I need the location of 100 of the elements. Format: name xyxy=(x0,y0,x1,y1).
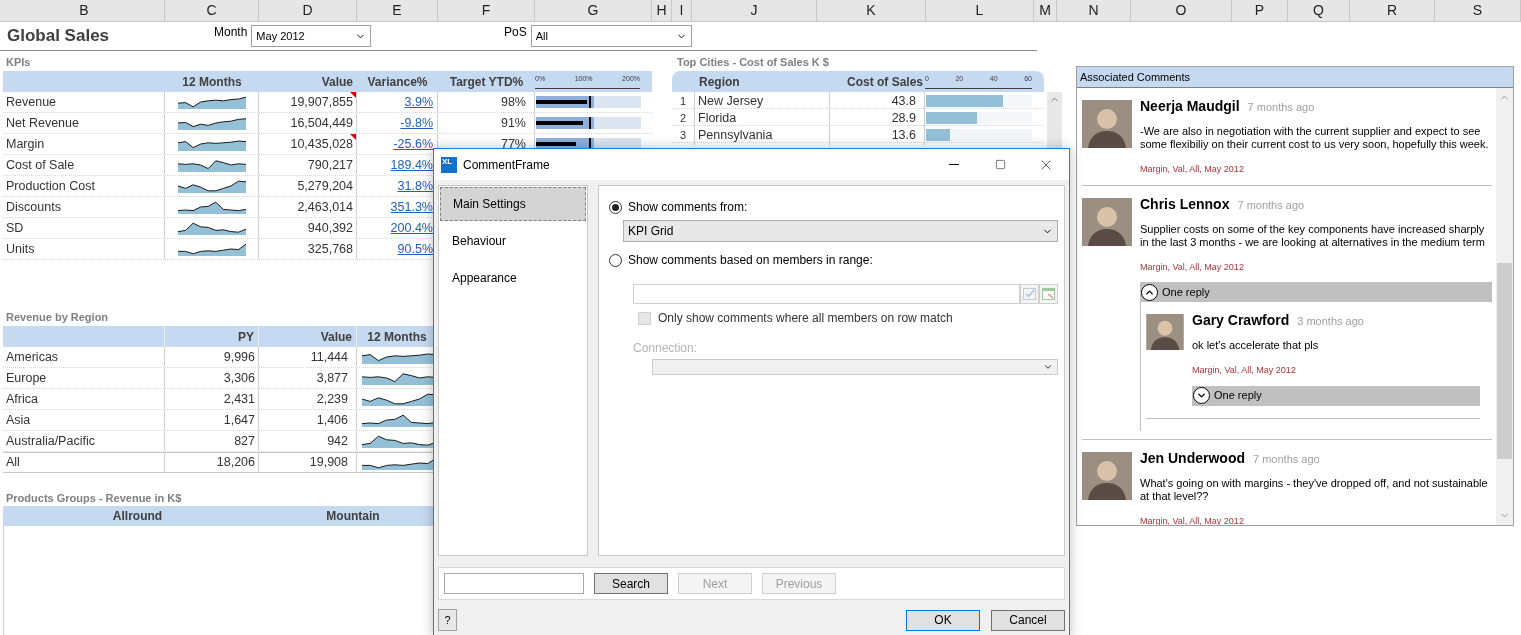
column-heading: Allround xyxy=(111,508,164,525)
section-title: Products Groups - Revenue in K$ xyxy=(5,491,182,506)
comment-tags: Margin, Val, All, May 2012 xyxy=(1140,260,1492,274)
dialog-button[interactable]: Cancel xyxy=(991,609,1065,631)
replies-toggle[interactable]: One reply xyxy=(1192,385,1480,406)
sheet-title: Global Sales xyxy=(6,25,111,48)
table-cell: Pennsylvania xyxy=(695,126,830,145)
table-cell: Discounts xyxy=(3,197,165,217)
range-field[interactable] xyxy=(633,284,1020,304)
sparkline xyxy=(177,221,246,235)
table-cell-text: 16,504,449 xyxy=(290,114,353,132)
column-header[interactable]: H xyxy=(652,0,672,21)
column-header[interactable]: K xyxy=(817,0,926,21)
column-header[interactable]: O xyxy=(1131,0,1232,21)
section-title: KPIs xyxy=(5,55,31,70)
comment-text: Supplier costs on some of the key components have increased sharply in the last 3 months - we are looking at alternatives in the medium term xyxy=(1140,222,1486,249)
table-cell: Africa xyxy=(3,389,165,409)
collapse-icon xyxy=(1141,283,1158,301)
column-header[interactable]: F xyxy=(438,0,535,21)
table-cell: Asia xyxy=(3,410,165,430)
table-cell-text: 790,217 xyxy=(307,156,353,174)
comment-time: 7 months ago xyxy=(1237,197,1305,213)
scrollbar[interactable] xyxy=(1496,88,1513,525)
help-button[interactable]: ? xyxy=(438,609,457,631)
column-header[interactable]: B xyxy=(4,0,165,21)
column-header[interactable]: J xyxy=(692,0,817,21)
dialog-button[interactable]: OK xyxy=(906,609,980,631)
column-heading: 12 Months xyxy=(181,73,243,91)
table-cell: Units xyxy=(3,239,165,259)
comment-text: What's going on with margins - they've dropped off, and not sustainable at that level?? xyxy=(1140,476,1489,503)
section-title: Revenue by Region xyxy=(5,310,109,325)
table-cell: 827 xyxy=(165,431,259,451)
sparkline xyxy=(177,95,246,109)
replies-toggle[interactable]: One reply xyxy=(1140,282,1492,302)
variance-link[interactable]: 200.4% xyxy=(390,218,433,238)
variance-link[interactable]: 31.8% xyxy=(397,176,433,196)
column-header[interactable]: L xyxy=(926,0,1034,21)
radio-option[interactable]: Show comments from: xyxy=(609,198,748,216)
column-header[interactable]: I xyxy=(672,0,692,21)
table-cell: New Jersey xyxy=(695,92,830,111)
column-header[interactable]: D xyxy=(259,0,357,21)
comment-text: -We are also in negotiation with the current supplier and expect to see some flexibiliy on their current cost to us very soon, hopefully this week. xyxy=(1140,125,1490,151)
window-title: CommentFrame xyxy=(463,156,550,174)
search-field[interactable] xyxy=(444,573,584,594)
table-cell-text: 19,907,855 xyxy=(290,93,353,111)
dropdown-caret-icon xyxy=(1043,362,1053,372)
column-header[interactable]: S xyxy=(1435,0,1521,21)
comment-author: Chris Lennox xyxy=(1140,194,1230,214)
variance-link[interactable]: 90.5% xyxy=(397,239,433,259)
column-heading: Cost of Sales xyxy=(845,73,924,91)
column-header[interactable]: G xyxy=(535,0,652,21)
column-heading: Mountain xyxy=(325,508,381,525)
comment-author: Gary Crawford xyxy=(1192,311,1290,330)
table-cell: Net Revenue xyxy=(3,113,165,133)
table-cell: 1,406 xyxy=(259,410,357,430)
search-button[interactable]: Search xyxy=(594,573,668,594)
rank-cell: 3 xyxy=(672,126,695,145)
table-cell: 3,306 xyxy=(165,368,259,388)
column-header[interactable]: P xyxy=(1232,0,1288,21)
table-cell-text: 77% xyxy=(500,135,526,153)
avatar xyxy=(1082,100,1132,148)
radio-button[interactable] xyxy=(609,253,622,267)
comment-tags: Margin, Val, All, May 2012 xyxy=(1140,514,1492,525)
table-cell: 11,444 xyxy=(259,347,357,367)
filter-dropdown[interactable]: All xyxy=(530,25,692,47)
scroll-thumb[interactable] xyxy=(1497,263,1512,459)
column-header[interactable]: N xyxy=(1057,0,1131,21)
column-header[interactable]: Q xyxy=(1288,0,1350,21)
table-cell: 2,239 xyxy=(259,389,357,409)
table-cell: SD xyxy=(3,218,165,238)
sparkline xyxy=(177,200,246,214)
nav-item[interactable]: Main Settings xyxy=(440,187,586,221)
variance-link[interactable]: -9.8% xyxy=(400,113,433,133)
table-cell: Australia/Pacific xyxy=(3,431,165,451)
variance-link[interactable]: 189.4% xyxy=(390,155,433,175)
column-header[interactable]: M xyxy=(1034,0,1057,21)
radio-button[interactable] xyxy=(609,200,622,214)
minimize-icon xyxy=(949,164,959,165)
grid-select-icon[interactable] xyxy=(1039,284,1058,304)
variance-link[interactable]: 3.9% xyxy=(404,92,433,112)
variance-link[interactable]: -25.6% xyxy=(393,134,433,154)
avatar xyxy=(1082,451,1132,500)
connection-dropdown[interactable] xyxy=(652,359,1058,375)
check-icon[interactable] xyxy=(1020,284,1039,304)
column-heading: Value xyxy=(259,326,357,347)
column-header[interactable]: R xyxy=(1350,0,1435,21)
comment-author: Jen Underwood xyxy=(1140,448,1245,468)
filter-dropdown[interactable]: May 2012 xyxy=(251,25,372,47)
nav-item[interactable]: Behaviour xyxy=(440,224,586,258)
column-header[interactable]: C xyxy=(165,0,259,21)
source-dropdown[interactable]: KPI Grid xyxy=(623,220,1058,242)
radio-option[interactable]: Show comments based on members in range: xyxy=(609,251,873,269)
variance-link[interactable]: 351.3% xyxy=(390,197,433,217)
table-cell: 9,996 xyxy=(165,347,259,367)
table-cell: 942 xyxy=(259,431,357,451)
column-header[interactable]: E xyxy=(357,0,438,21)
table-cell: 28.9 xyxy=(830,109,925,128)
table-cell-text: 10,435,028 xyxy=(290,135,353,153)
panel-title: Associated Comments xyxy=(1077,67,1513,88)
nav-item[interactable]: Appearance xyxy=(440,261,586,295)
